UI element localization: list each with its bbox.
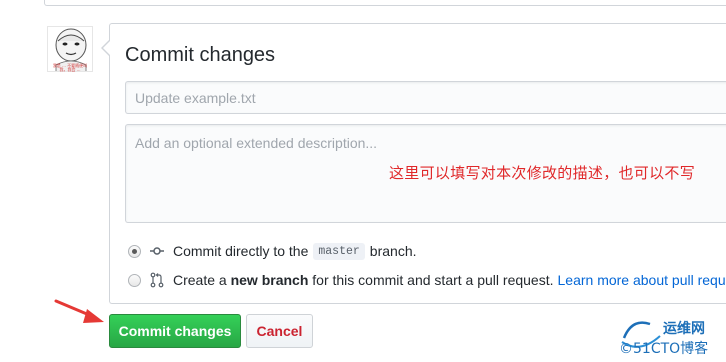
- new-branch-radio[interactable]: [128, 273, 141, 287]
- learn-more-pull-request-link[interactable]: Learn more about pull reque: [558, 272, 726, 288]
- commit-summary-input[interactable]: [125, 81, 726, 114]
- new-branch-option[interactable]: Create a new branch for this commit and …: [128, 271, 726, 289]
- commit-direct-option[interactable]: Commit directly to the master branch.: [128, 242, 417, 260]
- commit-direct-radio[interactable]: [128, 244, 141, 258]
- branch-name-badge: master: [313, 242, 365, 260]
- watermark-en: ©51CTO博客: [619, 341, 709, 357]
- panel-pointer-inner: [103, 41, 110, 55]
- description-annotation: 这里可以填写对本次修改的描述，也可以不写: [389, 164, 696, 182]
- commit-changes-button[interactable]: Commit changes: [109, 314, 241, 348]
- red-arrow-icon: [54, 299, 104, 323]
- commit-direct-text-before: Commit directly to the: [173, 243, 309, 259]
- new-branch-text-before: Create a: [173, 272, 227, 288]
- commit-title: Commit changes: [125, 44, 276, 66]
- cancel-button[interactable]: Cancel: [246, 314, 313, 348]
- previous-file-panel: [44, 0, 726, 6]
- watermark-cn: 运维网: [663, 321, 705, 337]
- git-pull-request-icon: [150, 272, 164, 288]
- commit-direct-text-after: branch.: [369, 243, 417, 259]
- new-branch-bold: new branch: [230, 272, 309, 288]
- avatar-caption: 我是 ... 不要随便叫我，我会 ...: [52, 63, 88, 72]
- new-branch-text-after: for this commit and start a pull request…: [312, 272, 554, 288]
- git-commit-icon: [150, 244, 164, 258]
